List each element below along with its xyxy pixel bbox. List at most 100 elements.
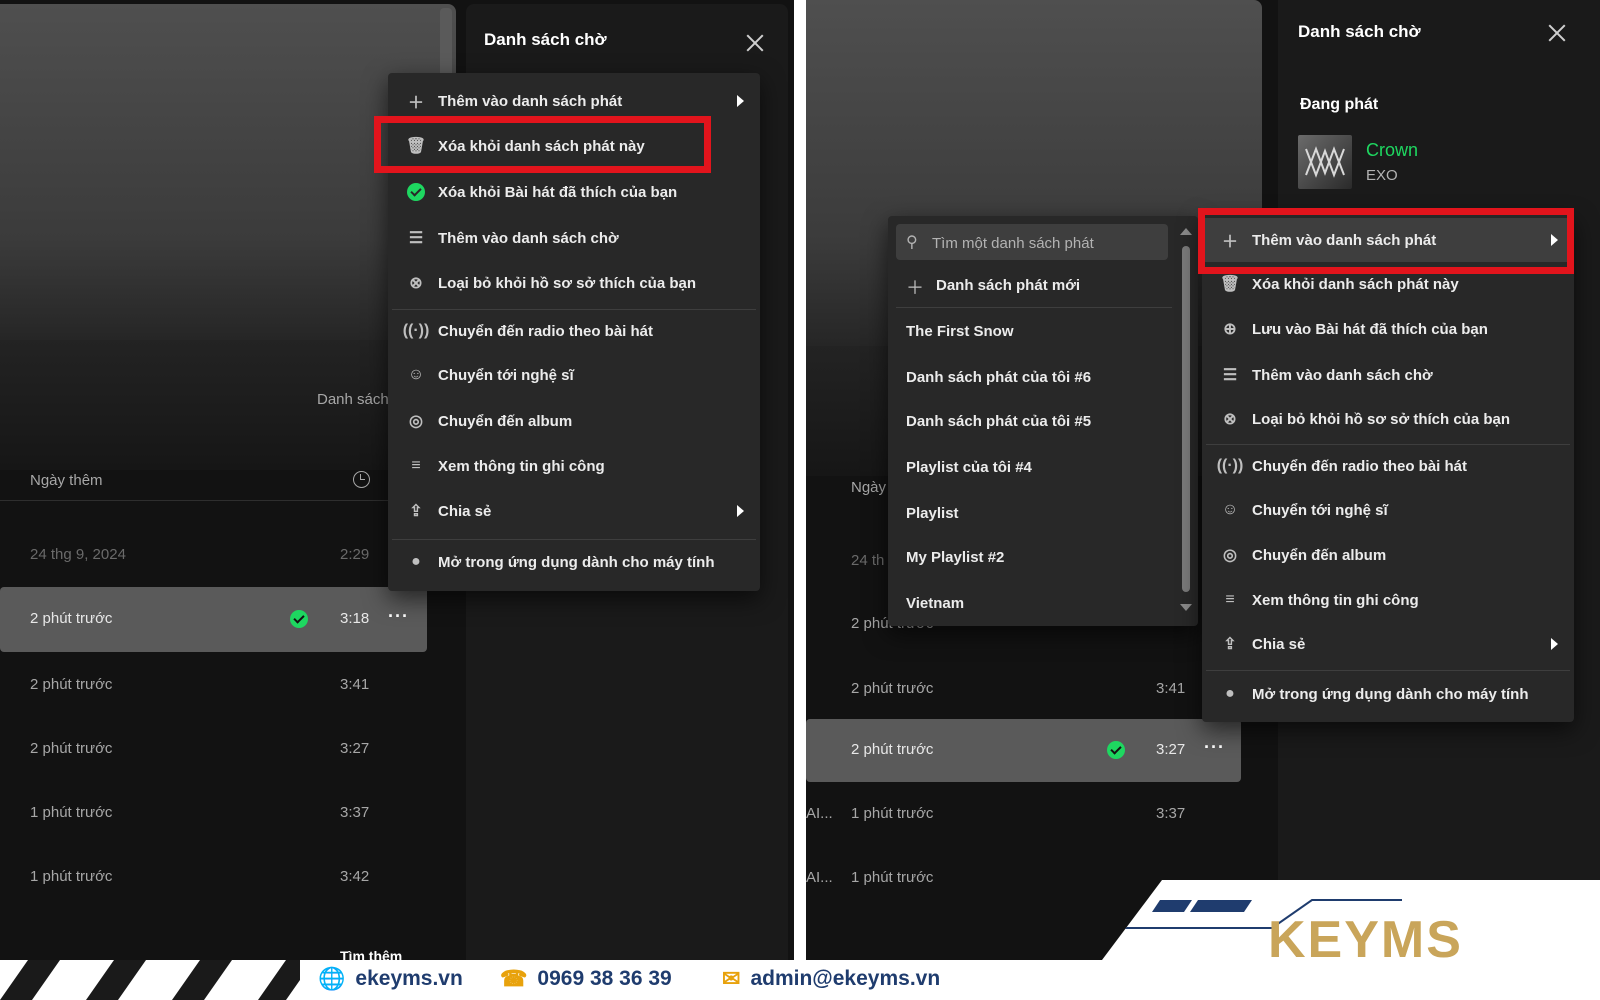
column-header-date[interactable]: Ngày [851,479,886,496]
more-options-icon[interactable]: ··· [388,606,409,627]
now-playing-artist[interactable]: EXO [1366,167,1398,184]
search-input[interactable] [930,224,1154,262]
track-duration: 3:18 [340,610,370,627]
now-playing-label: Đang phát [1300,96,1379,113]
new-playlist-item[interactable]: Danh sách phát mới [936,277,1080,294]
scroll-up-icon[interactable] [1180,228,1192,235]
menu-item-credits[interactable]: ≡ Xem thông tin ghi công [1202,578,1574,622]
menu-item-remove-liked[interactable]: Xóa khỏi Bài hát đã thích của bạn [388,170,760,214]
track-artist-partial: AI... [806,805,833,822]
track-date: 2 phút trước [30,610,113,627]
track-date: 1 phút trước [851,805,934,822]
share-icon: ⇪ [1223,636,1237,653]
spotify-icon: ● [411,553,421,570]
table-row-selected[interactable]: 2 phút trước 3:27 ··· [806,719,1241,782]
clock-icon [353,471,370,488]
chevron-right-icon [1551,638,1558,650]
menu-item-add-to-queue[interactable]: ☰ Thêm vào danh sách chờ [1202,353,1574,397]
menu-item-save-liked[interactable]: ⊕ Lưu vào Bài hát đã thích của bạn [1202,307,1574,351]
menu-item-credits[interactable]: ≡ Xem thông tin ghi công [388,444,760,488]
plus-icon: ＋ [906,278,924,298]
menu-item-share[interactable]: ⇪ Chia sẻ [1202,622,1574,666]
menu-item-go-to-artist[interactable]: ☺ Chuyển tới nghệ sĩ [388,353,760,397]
menu-item-open-desktop[interactable]: ● Mở trong ứng dụng dành cho máy tính [388,540,760,584]
menu-item-open-desktop[interactable]: ● Mở trong ứng dụng dành cho máy tính [1202,672,1574,716]
playlist-item[interactable]: Danh sách phát của tôi #5 [906,413,1091,430]
share-icon: ⇪ [409,503,423,520]
album-art[interactable] [1298,135,1352,189]
check-circle-icon [406,183,426,201]
footer-email[interactable]: ✉ admin@ekeyms.vn [722,962,940,996]
mail-icon: ✉ [722,966,741,991]
footer-website[interactable]: 🌐 ekeyms.vn [318,962,463,996]
artist-icon: ☺ [1221,501,1239,518]
playlist-item[interactable]: Playlist của tôi #4 [906,459,1032,476]
now-playing-title[interactable]: Crown [1366,140,1418,161]
album-icon: ◎ [1223,547,1237,564]
track-date: 1 phút trước [30,804,113,821]
queue-title: Danh sách chờ [1298,22,1421,41]
submenu-scrollbar[interactable] [1182,246,1190,592]
track-date: 2 phút trước [851,741,934,758]
search-icon: ⚲ [906,234,918,251]
table-row-selected[interactable]: 2 phút trước 3:18 ··· [0,587,427,652]
chevron-right-icon [737,95,744,107]
menu-item-song-radio[interactable]: ((·)) Chuyển đến radio theo bài hát [388,309,760,353]
playlist-search[interactable]: ⚲ [896,224,1168,262]
column-header-date[interactable]: Ngày thêm [30,472,103,489]
left-screenshot: Danh sách Ngày thêm 24 thg 9, 2024 2:29 … [0,0,794,1000]
highlight-box [1198,208,1574,274]
menu-item-share[interactable]: ⇪ Chia sẻ [388,489,760,533]
album-icon: ◎ [409,413,423,430]
track-duration: 3:41 [340,676,370,693]
menu-item-song-radio[interactable]: ((·)) Chuyển đến radio theo bài hát [1202,444,1574,488]
artist-icon: ☺ [407,366,425,383]
track-date: 2 phút trước [30,740,113,757]
context-menu: ＋ Thêm vào danh sách phát 🗑 Xóa khỏi danh … [1202,214,1574,722]
scroll-down-icon[interactable] [1180,604,1192,611]
close-icon[interactable] [1548,24,1566,42]
menu-item-add-to-queue[interactable]: ☰ Thêm vào danh sách chờ [388,216,760,260]
track-duration: 3:27 [1156,741,1186,758]
menu-item-go-to-album[interactable]: ◎ Chuyển đến album [388,399,760,443]
queue-title: Danh sách chờ [484,30,607,49]
track-duration: 3:42 [340,868,370,885]
spotify-icon: ● [1225,685,1235,702]
track-duration: 3:41 [1156,680,1186,697]
track-date: 24 thg 9, 2024 [30,546,126,563]
radio-icon: ((·)) [402,322,430,339]
list-label-partial: Danh sách [317,391,389,408]
track-date: 24 th [851,552,885,569]
chevron-right-icon [737,505,744,517]
footer-phone[interactable]: ☎ 0969 38 36 39 [500,962,672,996]
liked-check-icon[interactable] [1107,741,1125,759]
playlist-item[interactable]: The First Snow [906,323,1014,340]
add-circle-icon: ⊕ [1223,321,1237,338]
track-artist-partial: AI... [806,869,833,886]
playlist-item[interactable]: Danh sách phát của tôi #6 [906,369,1091,386]
track-duration: 3:37 [1156,805,1186,822]
playlist-item[interactable]: My Playlist #2 [906,549,1004,566]
queue-icon: ☰ [408,230,424,247]
liked-check-icon[interactable] [290,610,308,628]
credits-icon: ≡ [411,457,421,474]
more-options-icon[interactable]: ··· [1204,737,1225,758]
track-duration: 2:29 [340,546,370,563]
footer-stripes [0,960,300,1000]
plus-icon: ＋ [407,95,424,112]
globe-icon: 🌐 [318,966,346,991]
exclude-icon: ⊗ [409,275,423,292]
menu-item-exclude-taste[interactable]: ⊗ Loại bỏ khỏi hồ sơ sở thích của bạn [1202,397,1574,441]
track-date: 1 phút trước [30,868,113,885]
track-date: 2 phút trước [851,680,934,697]
highlight-box [374,116,711,173]
playlist-item[interactable]: Vietnam [906,595,964,612]
close-icon[interactable] [746,34,764,52]
menu-item-exclude-taste[interactable]: ⊗ Loại bỏ khỏi hồ sơ sở thích của bạn [388,261,760,305]
menu-item-go-to-album[interactable]: ◎ Chuyển đến album [1202,533,1574,577]
exclude-icon: ⊗ [1223,411,1237,428]
credits-icon: ≡ [1225,591,1235,608]
menu-item-go-to-artist[interactable]: ☺ Chuyển tới nghệ sĩ [1202,488,1574,532]
track-date: 1 phút trước [851,869,934,886]
playlist-item[interactable]: Playlist [906,505,959,522]
